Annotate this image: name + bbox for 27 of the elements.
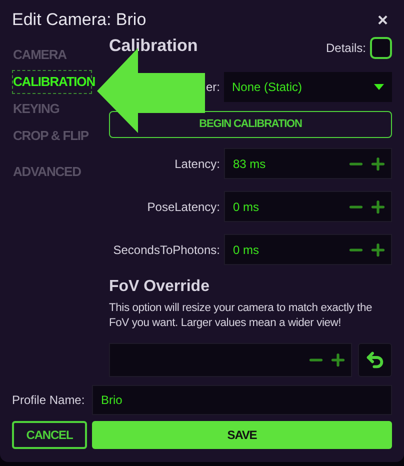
reset-button[interactable] (358, 343, 392, 377)
field-label: Latency: (174, 156, 221, 172)
number-field[interactable]: 0 ms (224, 191, 392, 222)
cancel-button[interactable]: CANCEL (12, 421, 87, 449)
fov-field[interactable] (109, 343, 352, 377)
plus-button[interactable] (369, 198, 387, 216)
section-heading: Calibration (109, 37, 198, 54)
profile-name-label: Profile Name: (12, 392, 86, 409)
tracker-label: er: (204, 79, 221, 96)
field-label: PoseLatency: (146, 198, 221, 216)
section-heading: FoV Override (109, 277, 210, 297)
save-button[interactable]: SAVE (92, 421, 392, 449)
caret-icon (374, 84, 384, 90)
window-title: Edit Camera: Brio (12, 9, 146, 32)
field-label: SecondsToPhotons: (112, 242, 221, 258)
tracker-dropdown[interactable]: None (Static) (224, 72, 392, 102)
plus-button[interactable] (329, 351, 347, 369)
number-field[interactable]: 83 ms (224, 148, 392, 179)
description-text: This option will resize your camera to match exactly the FoV you want. Larger values mean a wider view! (109, 301, 374, 331)
undo-icon (365, 350, 385, 370)
details-checkbox[interactable] (370, 37, 392, 59)
profile-name-field[interactable]: Brio (92, 385, 392, 415)
close-button[interactable]: × (377, 11, 388, 29)
plus-button[interactable] (369, 154, 387, 172)
plus-button[interactable] (369, 240, 387, 258)
number-field[interactable]: 0 ms (224, 234, 392, 265)
details-label: Details: (326, 40, 366, 57)
